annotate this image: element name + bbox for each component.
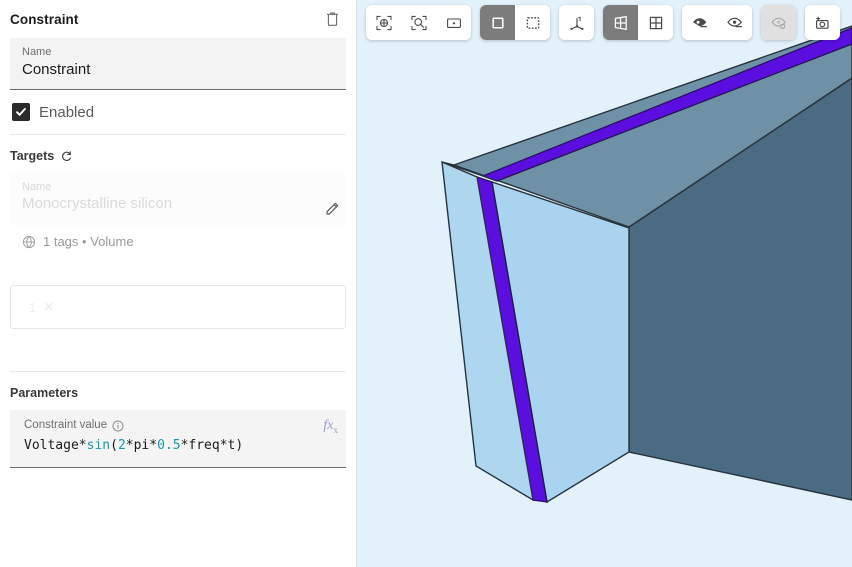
select-object-button[interactable] <box>480 5 515 40</box>
target-name-field: Name Monocrystalline silicon <box>10 173 346 225</box>
enabled-label: Enabled <box>39 104 94 121</box>
3d-viewport[interactable] <box>357 0 852 567</box>
viewport-toolbar <box>366 5 840 40</box>
pencil-icon[interactable] <box>320 197 344 221</box>
target-name-label: Name <box>22 180 336 194</box>
name-field[interactable]: Name Constraint <box>10 38 346 90</box>
beam-model <box>357 0 852 567</box>
target-item-card[interactable]: Name Monocrystalline silicon 1 tags • Vo… <box>10 173 346 273</box>
tag-chip-label: 1 <box>29 300 36 315</box>
page-title: Constraint <box>10 12 320 27</box>
info-icon[interactable] <box>112 420 124 432</box>
target-meta-row: 1 tags • Volume <box>10 225 346 249</box>
axes-group <box>559 5 594 40</box>
box-select-button[interactable] <box>515 5 550 40</box>
add-snapshot-button[interactable] <box>805 5 840 40</box>
enabled-checkbox-row[interactable]: Enabled <box>10 90 346 134</box>
reset-visibility-button <box>761 5 796 40</box>
fx-label: fx <box>323 418 333 433</box>
visibility-group <box>682 5 752 40</box>
close-icon[interactable]: ✕ <box>43 299 54 315</box>
grid-group <box>603 5 673 40</box>
targets-section-title: Targets <box>0 135 356 173</box>
orthographic-grid-button[interactable] <box>638 5 673 40</box>
fx-icon[interactable]: fxx <box>323 418 338 435</box>
globe-icon <box>22 235 36 249</box>
target-name-value: Monocrystalline silicon <box>22 194 336 214</box>
constraint-value-label-row: Constraint value <box>24 418 336 433</box>
perspective-grid-button[interactable] <box>603 5 638 40</box>
trash-icon[interactable] <box>320 7 344 31</box>
name-field-value: Constraint <box>22 60 336 80</box>
zoom-to-selection-button[interactable] <box>401 5 436 40</box>
target-meta-text: 1 tags • Volume <box>43 234 134 249</box>
refresh-icon[interactable] <box>60 150 73 163</box>
snapshot-group <box>805 5 840 40</box>
constraint-value-label: Constraint value <box>24 418 107 433</box>
hide-selected-button[interactable] <box>682 5 717 40</box>
application-window: Constraint Name Constraint <box>0 0 852 567</box>
constraint-settings-panel: Constraint Name Constraint <box>0 0 357 567</box>
parameters-title-text: Parameters <box>10 386 78 400</box>
reset-visibility-group <box>761 5 796 40</box>
hide-unselected-button[interactable] <box>717 5 752 40</box>
zoom-group <box>366 5 471 40</box>
selection-mode-group <box>480 5 550 40</box>
zoom-to-window-button[interactable] <box>436 5 471 40</box>
parameters-section-title: Parameters <box>0 372 356 410</box>
enabled-checkbox[interactable] <box>12 103 30 121</box>
zoom-to-fit-button[interactable] <box>366 5 401 40</box>
tag-input-box[interactable]: 1 ✕ <box>10 285 346 329</box>
show-axes-button[interactable] <box>559 5 594 40</box>
constraint-value-expression[interactable]: Voltage*sin(2*pi*0.5*freq*t) <box>24 435 336 457</box>
targets-title-text: Targets <box>10 149 54 163</box>
name-field-section: Name Constraint <box>0 38 356 90</box>
panel-header: Constraint <box>0 0 356 38</box>
name-field-label: Name <box>22 45 336 59</box>
constraint-value-field[interactable]: Constraint value Voltage*sin(2*pi*0.5*fr… <box>10 410 346 468</box>
